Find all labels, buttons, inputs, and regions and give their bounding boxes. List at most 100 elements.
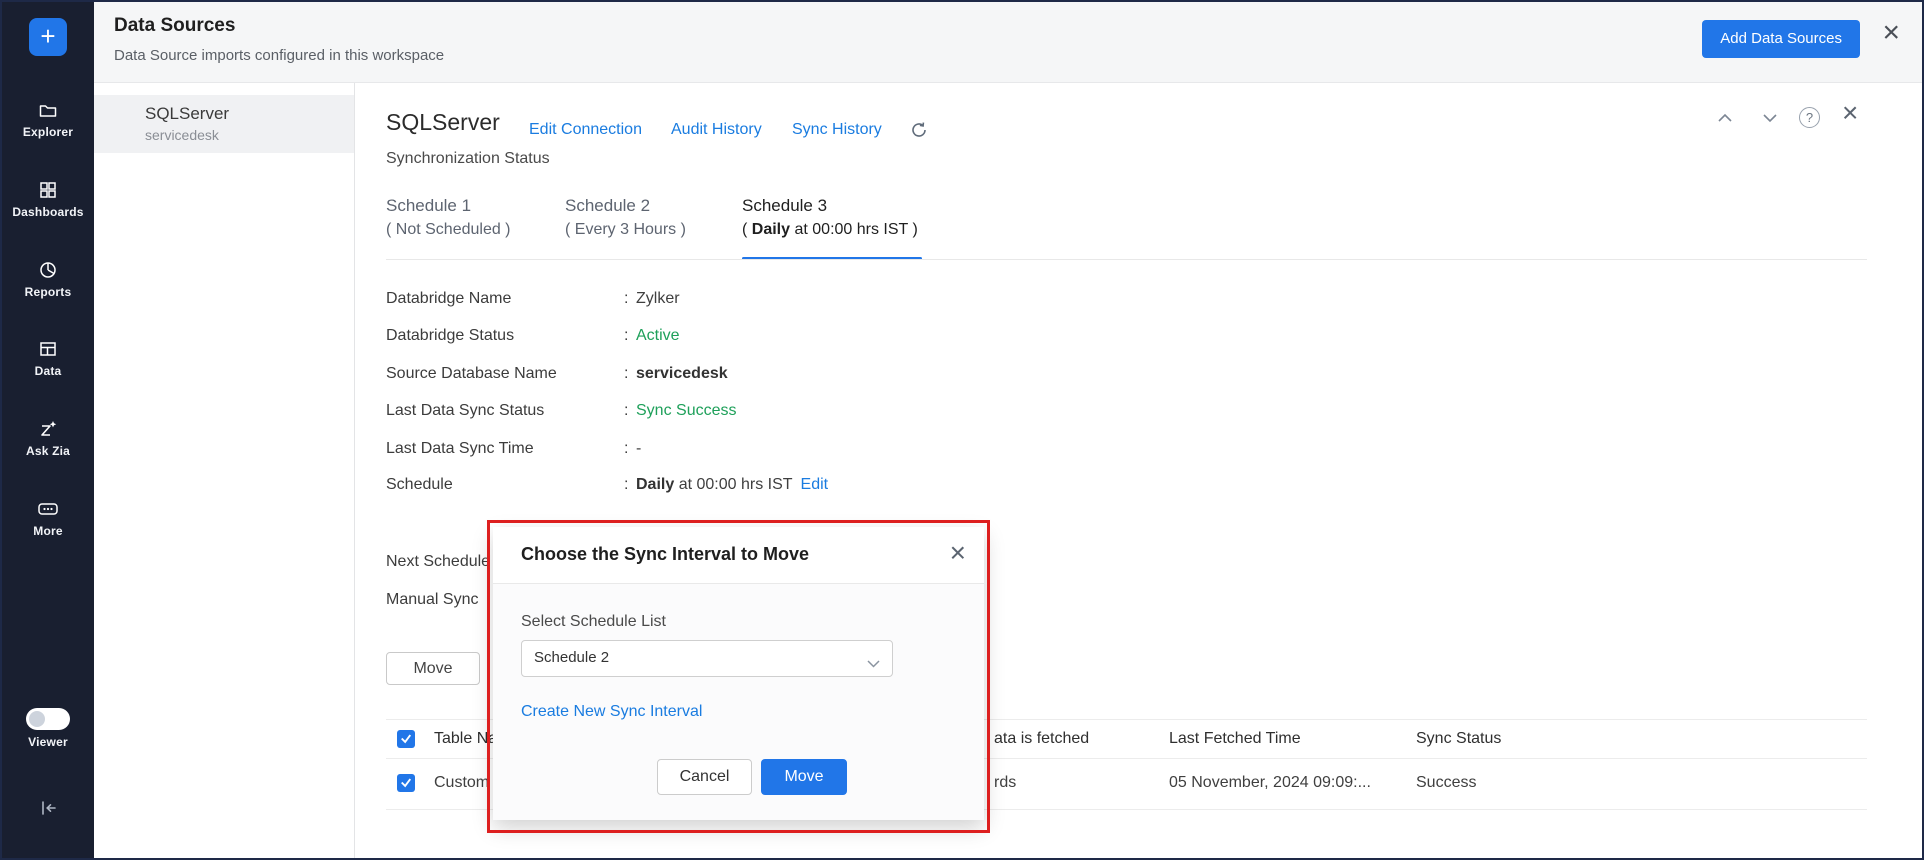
sidebar-item-label: More xyxy=(2,524,94,538)
colon: : xyxy=(624,440,636,458)
move-button[interactable]: Move xyxy=(386,652,480,685)
grid-icon xyxy=(2,180,94,200)
add-data-sources-button[interactable]: Add Data Sources xyxy=(1702,20,1860,58)
move-sync-interval-modal: Choose the Sync Interval to Move × Selec… xyxy=(493,527,984,820)
table-icon xyxy=(2,339,94,359)
modal-title: Choose the Sync Interval to Move xyxy=(521,544,809,565)
edit-schedule-link[interactable]: Edit xyxy=(801,476,829,493)
sync-status-heading: Synchronization Status xyxy=(386,150,550,168)
create-new-button[interactable]: + xyxy=(29,18,67,56)
sidebar-item-label: Explorer xyxy=(2,125,94,139)
table-cell-last-fetched: 05 November, 2024 09:09:... xyxy=(1169,774,1371,792)
edit-connection-link[interactable]: Edit Connection xyxy=(529,121,642,139)
page-subtitle: Data Source imports configured in this w… xyxy=(114,47,444,64)
tab-subtitle: ( Daily at 00:00 hrs IST ) xyxy=(742,221,918,239)
detail-row-source-database: Source Database Name:servicedesk xyxy=(386,365,728,383)
schedule-time: at 00:00 hrs IST xyxy=(674,476,792,493)
page-header: Data Sources Data Source imports configu… xyxy=(94,2,1922,83)
colon: : xyxy=(624,290,636,308)
modal-move-button[interactable]: Move xyxy=(761,759,847,795)
source-title: SQLServer xyxy=(386,109,500,136)
sidebar-item-label: Ask Zia xyxy=(2,444,94,458)
row-checkbox[interactable] xyxy=(397,774,415,792)
data-source-item-sqlserver[interactable]: SQLServer servicedesk xyxy=(94,95,354,153)
colon: : xyxy=(624,327,636,345)
tab-schedule-2[interactable]: Schedule 2 ( Every 3 Hours ) xyxy=(565,196,686,239)
detail-label: Schedule xyxy=(386,476,624,494)
detail-row-schedule: Schedule:Daily at 00:00 hrs IST Edit xyxy=(386,476,828,494)
cancel-button[interactable]: Cancel xyxy=(657,759,752,795)
sidebar-item-ask-zia[interactable]: Ask Zia xyxy=(2,419,94,458)
sidebar-item-label: Dashboards xyxy=(2,205,94,219)
ask-zia-icon xyxy=(2,419,94,439)
sidebar: + Explorer Dashboards Reports Data xyxy=(2,2,94,858)
sidebar-item-more[interactable]: More xyxy=(2,499,94,538)
detail-value: servicedesk xyxy=(636,365,728,382)
chevron-up-icon[interactable] xyxy=(1717,110,1733,128)
create-sync-interval-link[interactable]: Create New Sync Interval xyxy=(521,703,702,721)
tab-schedule-1[interactable]: Schedule 1 ( Not Scheduled ) xyxy=(386,196,511,239)
detail-label: Source Database Name xyxy=(386,365,624,383)
help-icon[interactable]: ? xyxy=(1799,107,1820,128)
detail-row-last-sync-time: Last Data Sync Time:- xyxy=(386,440,641,458)
page-title: Data Sources xyxy=(114,15,235,37)
tabs-divider xyxy=(386,259,1867,260)
sidebar-item-reports[interactable]: Reports xyxy=(2,260,94,299)
sidebar-item-explorer[interactable]: Explorer xyxy=(2,100,94,139)
schedule-select[interactable]: Schedule 2 xyxy=(521,640,893,677)
app-window: + Explorer Dashboards Reports Data xyxy=(0,0,1924,860)
colon: : xyxy=(624,476,636,494)
refresh-icon[interactable] xyxy=(910,121,928,144)
viewer-label: Viewer xyxy=(2,735,94,749)
chevron-down-icon[interactable] xyxy=(1762,110,1778,128)
detail-row-databridge-status: Databridge Status:Active xyxy=(386,327,680,345)
data-source-list: SQLServer servicedesk xyxy=(94,83,355,858)
colon: : xyxy=(624,402,636,420)
modal-header: Choose the Sync Interval to Move × xyxy=(493,527,984,584)
sidebar-item-label: Data xyxy=(2,364,94,378)
sidebar-item-dashboards[interactable]: Dashboards xyxy=(2,180,94,219)
folder-icon xyxy=(2,100,94,120)
collapse-sidebar-icon[interactable] xyxy=(2,798,94,823)
tab-subtitle: ( Not Scheduled ) xyxy=(386,221,511,239)
sidebar-item-data[interactable]: Data xyxy=(2,339,94,378)
close-icon[interactable]: × xyxy=(1882,18,1900,48)
tab-title: Schedule 2 xyxy=(565,196,686,216)
column-header-sync-status: Sync Status xyxy=(1416,730,1501,748)
schedule-frequency: Daily xyxy=(636,476,674,493)
detail-label: Last Data Sync Status xyxy=(386,402,624,420)
status-badge: Sync Success xyxy=(636,402,736,419)
close-icon[interactable]: × xyxy=(1842,99,1858,127)
column-header-data-fetched: ata is fetched xyxy=(994,730,1089,748)
ellipsis-icon xyxy=(2,499,94,519)
viewer-section: Viewer xyxy=(2,708,94,749)
modal-close-icon[interactable]: × xyxy=(950,539,966,567)
modal-body: Select Schedule List Schedule 2 Create N… xyxy=(493,584,984,820)
detail-row-databridge-name: Databridge Name:Zylker xyxy=(386,290,680,308)
detail-label: Databridge Name xyxy=(386,290,624,308)
schedule-select-value: Schedule 2 xyxy=(534,649,609,666)
table-cell-name: Custom xyxy=(434,774,489,792)
sync-history-link[interactable]: Sync History xyxy=(792,121,882,139)
viewer-toggle[interactable] xyxy=(26,708,70,730)
table-cell-sync-status: Success xyxy=(1416,774,1476,792)
pie-chart-icon xyxy=(2,260,94,280)
audit-history-link[interactable]: Audit History xyxy=(671,121,762,139)
detail-row-last-sync-status: Last Data Sync Status:Sync Success xyxy=(386,402,736,420)
column-header-last-fetched-time: Last Fetched Time xyxy=(1169,730,1301,748)
data-source-name: SQLServer xyxy=(145,104,354,124)
detail-label: Last Data Sync Time xyxy=(386,440,624,458)
detail-label: Databridge Status xyxy=(386,327,624,345)
detail-value: Zylker xyxy=(636,290,680,307)
tab-title: Schedule 3 xyxy=(742,196,918,216)
status-badge: Active xyxy=(636,327,680,344)
table-cell-records: rds xyxy=(994,774,1016,792)
select-all-checkbox[interactable] xyxy=(397,730,415,748)
data-source-database: servicedesk xyxy=(145,127,354,143)
tab-schedule-3[interactable]: Schedule 3 ( Daily at 00:00 hrs IST ) xyxy=(742,196,918,239)
chevron-down-icon xyxy=(867,655,880,673)
select-schedule-label: Select Schedule List xyxy=(521,613,666,631)
colon: : xyxy=(624,365,636,383)
sidebar-item-label: Reports xyxy=(2,285,94,299)
detail-value: - xyxy=(636,440,641,457)
